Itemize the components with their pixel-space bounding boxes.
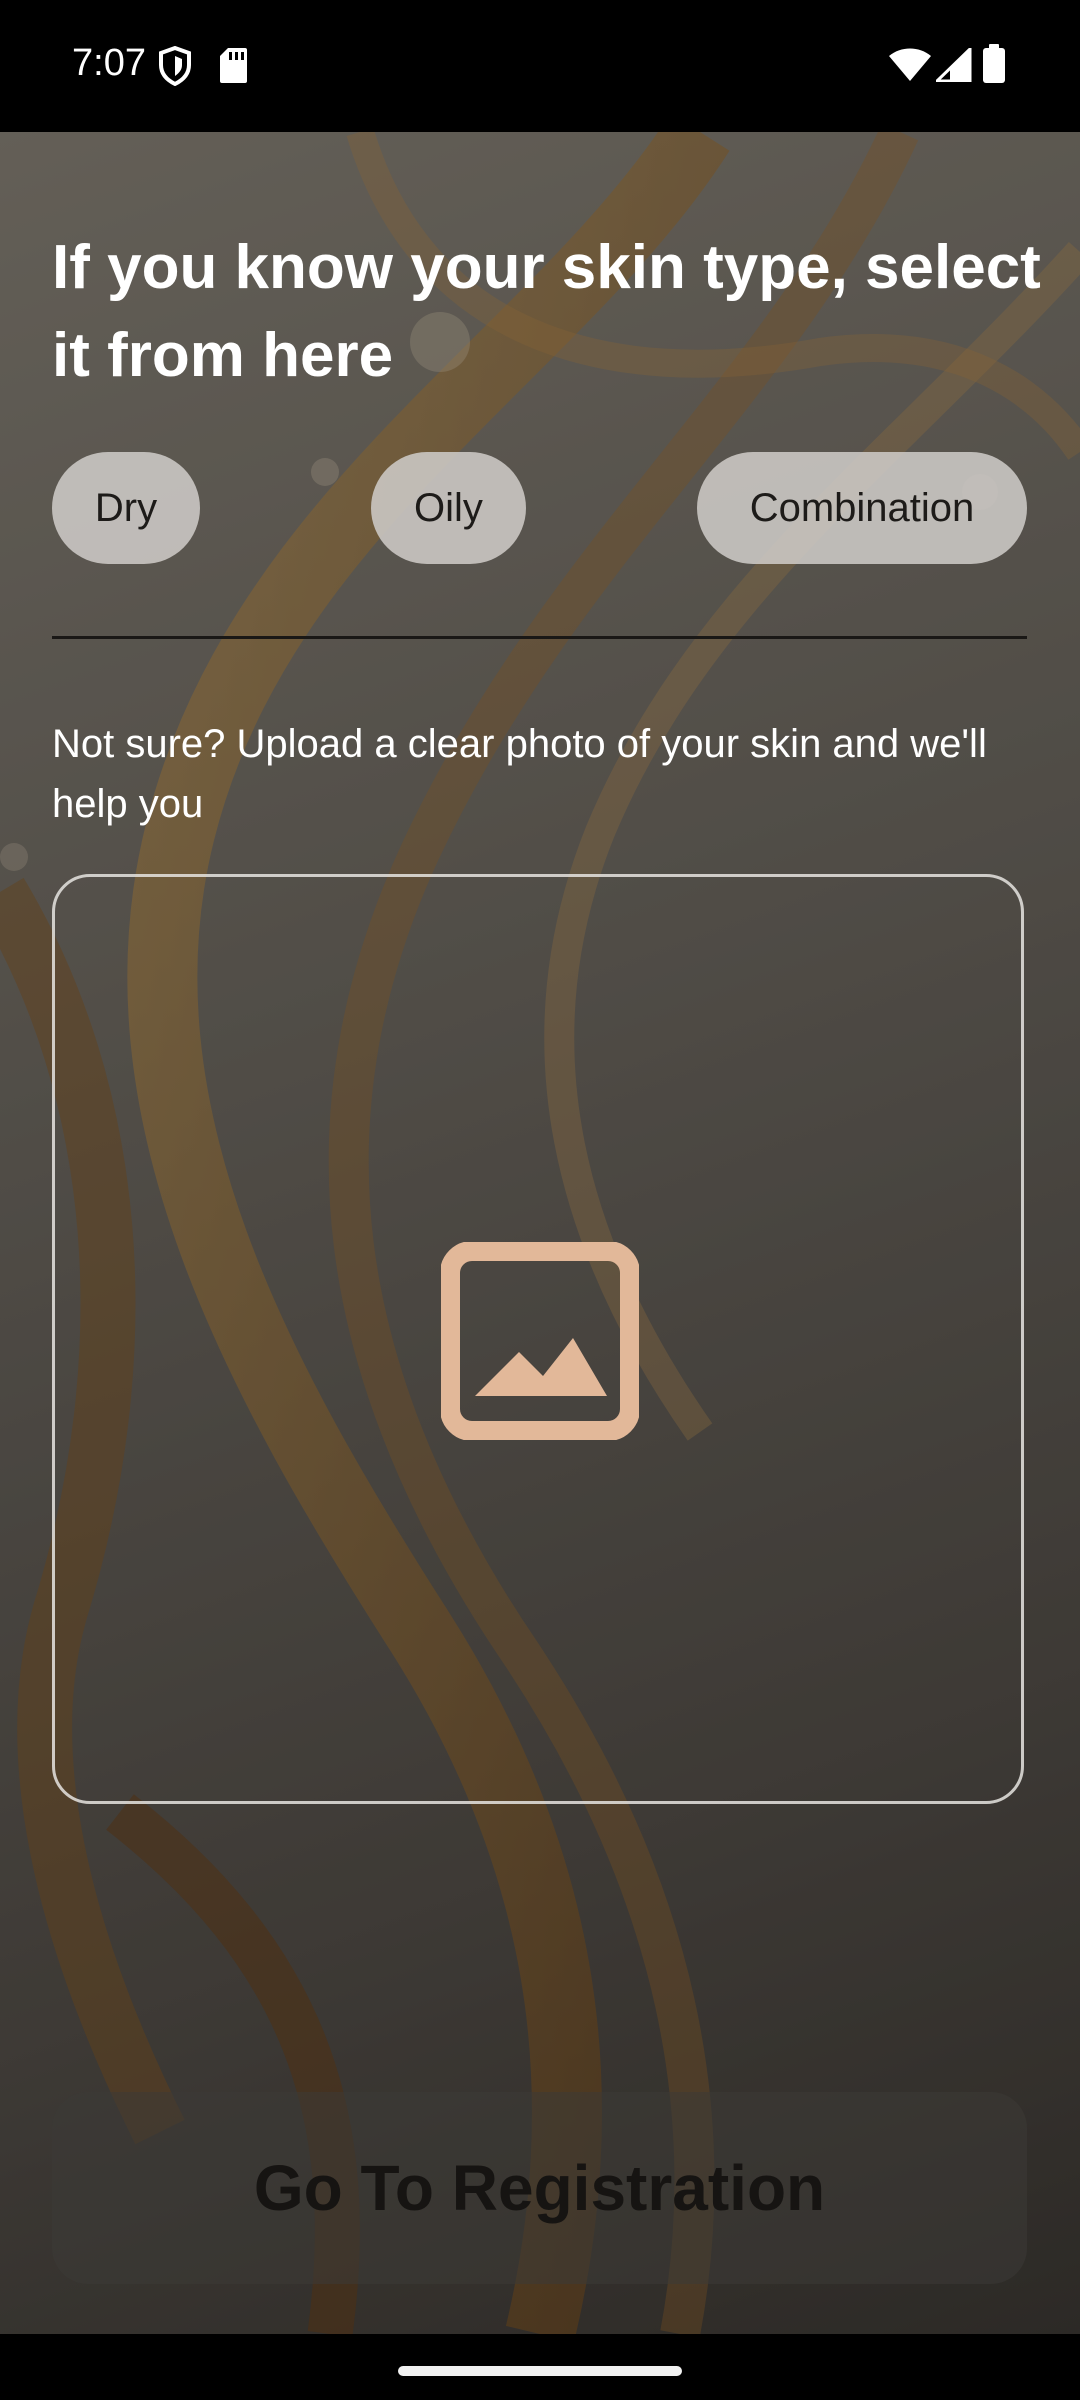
main-content: If you know your skin type, select it fr…: [0, 132, 1080, 2334]
skin-type-oily-button[interactable]: Oily: [371, 452, 526, 564]
page-title: If you know your skin type, select it fr…: [52, 233, 1041, 390]
status-time: 7:07: [72, 42, 146, 84]
home-indicator[interactable]: [398, 2366, 682, 2376]
divider: [52, 636, 1027, 639]
battery-icon: [983, 44, 1005, 83]
skin-type-combination-button[interactable]: Combination: [697, 452, 1027, 564]
image-icon[interactable]: [441, 1242, 639, 1440]
go-to-registration-button[interactable]: Go To Registration: [52, 2092, 1027, 2284]
shield-icon: [159, 46, 191, 86]
skin-type-dry-button[interactable]: Dry: [52, 452, 200, 564]
screen: 7:07 If you know your skin type, select …: [0, 0, 1080, 2400]
upload-helper-text: Not sure? Upload a clear photo of your s…: [52, 722, 987, 826]
sd-card-icon: [220, 48, 247, 83]
status-bar: 7:07: [0, 0, 1080, 132]
wifi-icon: [889, 48, 931, 81]
cell-signal-icon: [936, 48, 972, 82]
